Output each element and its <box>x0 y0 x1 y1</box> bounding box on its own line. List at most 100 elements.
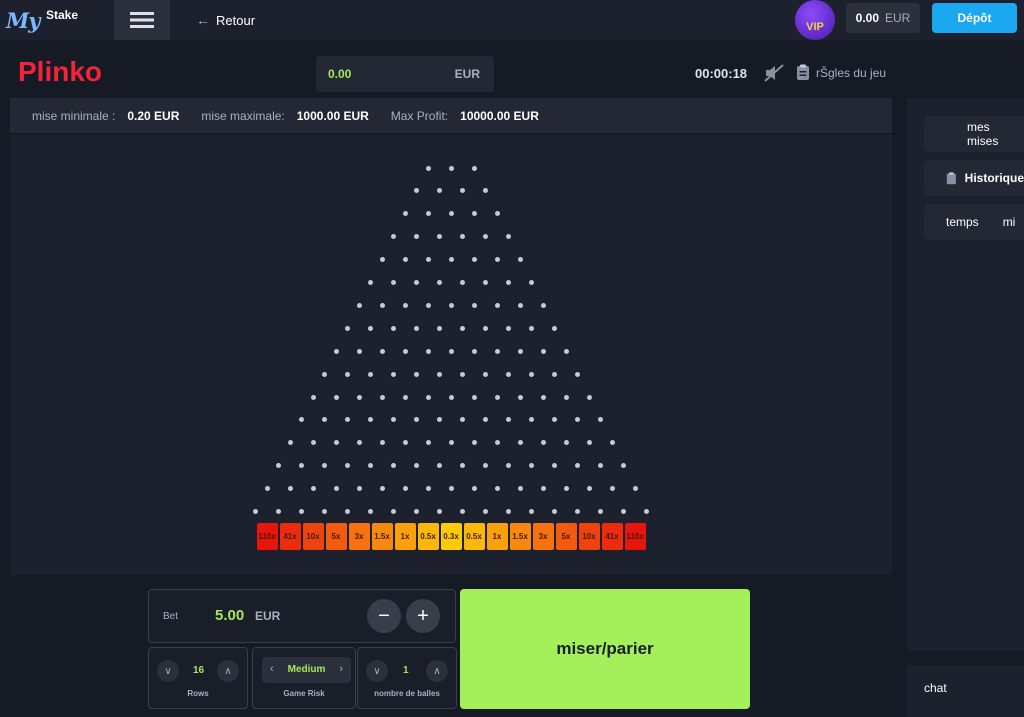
peg <box>356 394 362 400</box>
peg <box>460 234 465 240</box>
peg <box>563 394 569 400</box>
multiplier-slot: 1x <box>486 523 508 550</box>
multiplier-slot: 1x <box>394 523 416 550</box>
multiplier-slot: 10x <box>302 523 324 550</box>
peg <box>494 348 500 354</box>
peg <box>471 211 477 217</box>
tab-history[interactable]: Historique <box>924 160 1024 196</box>
peg <box>448 302 454 308</box>
peg <box>506 509 511 514</box>
mystake-logo[interactable]: My Stake <box>6 6 86 34</box>
peg <box>322 463 327 469</box>
balls-increase-button[interactable]: ∧ <box>426 660 448 682</box>
peg <box>506 280 511 285</box>
chevron-right-icon[interactable]: › <box>339 663 343 675</box>
bet-amount-input[interactable]: 5.00 <box>215 607 244 624</box>
balance-display[interactable]: 0.00 EUR <box>846 3 920 33</box>
chat-panel[interactable]: chat <box>907 665 1024 717</box>
peg <box>368 509 373 514</box>
peg <box>598 417 603 423</box>
peg <box>632 486 638 492</box>
place-bet-button[interactable]: miser/parier <box>460 589 750 709</box>
peg <box>356 486 362 492</box>
bet-amount-panel: Bet 5.00 EUR − + <box>148 589 456 643</box>
peg <box>299 463 304 469</box>
max-profit-label: Max Profit: <box>390 108 449 123</box>
peg <box>621 509 626 514</box>
peg <box>287 440 293 446</box>
peg <box>563 486 569 492</box>
peg <box>379 394 385 400</box>
deposit-button[interactable]: Dépôt <box>932 3 1017 33</box>
peg <box>425 486 431 492</box>
arrow-left-icon: ← <box>196 12 210 28</box>
peg <box>345 463 350 469</box>
multiplier-slot: 3x <box>348 523 370 550</box>
peg <box>391 371 396 377</box>
risk-selector[interactable]: ‹ Medium › <box>262 657 351 683</box>
peg <box>414 280 419 285</box>
peg <box>437 325 442 331</box>
peg <box>529 325 534 331</box>
decrease-bet-button[interactable]: − <box>367 599 401 633</box>
peg <box>448 440 454 446</box>
peg <box>448 165 454 171</box>
peg <box>310 394 316 400</box>
peg <box>483 417 488 423</box>
peg <box>356 348 362 354</box>
increase-bet-button[interactable]: + <box>406 599 440 633</box>
peg <box>471 302 477 308</box>
sound-off-button[interactable] <box>764 64 784 82</box>
peg <box>586 486 592 492</box>
rows-label: Rows <box>187 689 209 698</box>
peg <box>586 440 592 446</box>
chevron-down-icon: ∨ <box>373 665 381 677</box>
peg <box>552 509 557 514</box>
peg <box>391 325 396 331</box>
peg <box>437 509 442 514</box>
rows-increase-button[interactable]: ∧ <box>217 660 239 682</box>
peg <box>414 234 419 240</box>
risk-value: Medium <box>287 664 326 675</box>
peg <box>414 325 419 331</box>
peg <box>379 257 385 263</box>
session-timer: 00:00:18 <box>695 66 748 81</box>
peg <box>483 463 488 469</box>
peg <box>471 348 477 354</box>
peg <box>517 257 523 263</box>
back-link[interactable]: ← Retour <box>196 12 255 28</box>
peg <box>540 348 546 354</box>
multiplier-slot: 10x <box>578 523 600 550</box>
bet-label: Bet <box>163 611 179 622</box>
peg <box>483 188 488 194</box>
peg <box>529 463 534 469</box>
peg <box>414 371 419 377</box>
multiplier-slot: 0.5x <box>417 523 439 550</box>
plinko-board: 110x 41x 10x 5x 3x 1.5x 1x 0.5x 0.3x 0.5x 1x 1.5x 3x… <box>10 135 892 575</box>
chat-label: chat <box>924 681 947 695</box>
peg <box>529 371 534 377</box>
peg <box>517 440 523 446</box>
hamburger-menu-button[interactable] <box>114 0 170 40</box>
multiplier-slot: 0.3x <box>440 523 462 550</box>
tab-my-bets[interactable]: mes mises <box>924 116 1024 152</box>
vip-badge[interactable]: VIP <box>795 0 835 40</box>
peg <box>322 371 327 377</box>
peg <box>540 486 546 492</box>
peg <box>529 417 534 423</box>
multiplier-slot: 5x <box>325 523 347 550</box>
clipboard-icon <box>946 171 956 184</box>
game-rules-link[interactable]: rŠgles du jeu <box>796 64 886 81</box>
peg <box>517 302 523 308</box>
peg <box>345 325 350 331</box>
peg <box>471 440 477 446</box>
peg <box>322 417 327 423</box>
peg <box>299 417 304 423</box>
col-time-header: temps <box>946 215 979 229</box>
peg <box>448 257 454 263</box>
balls-decrease-button[interactable]: ∨ <box>366 660 388 682</box>
peg <box>356 440 362 446</box>
peg <box>310 440 316 446</box>
min-bet-label: mise minimale : <box>32 108 116 123</box>
rows-decrease-button[interactable]: ∨ <box>157 660 179 682</box>
